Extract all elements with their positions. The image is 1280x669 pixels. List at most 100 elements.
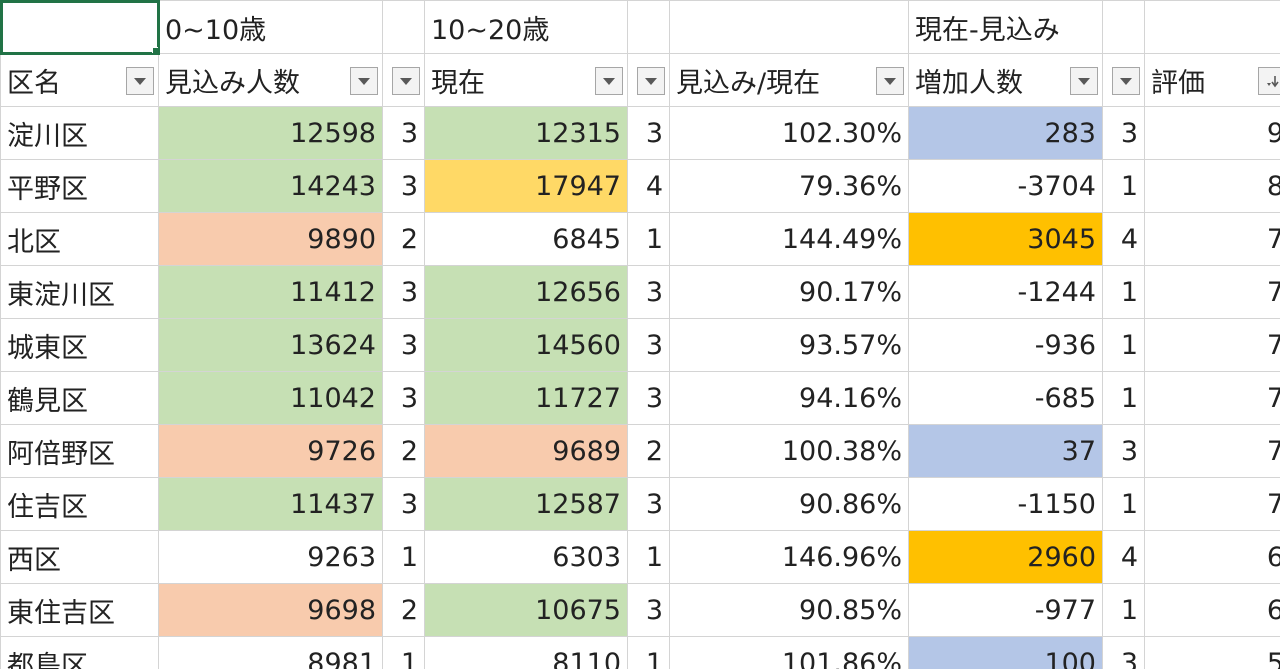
expected-cell[interactable]: 12598 (158, 106, 383, 160)
group-header-cell[interactable] (627, 0, 670, 54)
increase-cell[interactable]: -3704 (908, 159, 1103, 213)
current-cell[interactable]: 8110 (424, 636, 628, 669)
rank-cell[interactable]: 1 (1102, 371, 1145, 425)
current-cell[interactable]: 12315 (424, 106, 628, 160)
ward-cell[interactable]: 東住吉区 (0, 583, 159, 637)
rating-cell[interactable]: 7 (1144, 424, 1280, 478)
expected-cell[interactable]: 14243 (158, 159, 383, 213)
header-current[interactable]: 現在 (424, 53, 628, 107)
increase-cell[interactable]: -1244 (908, 265, 1103, 319)
header-rank2[interactable] (627, 53, 670, 107)
ratio-cell[interactable]: 90.86% (669, 477, 909, 531)
sort-descending-icon[interactable] (1258, 67, 1280, 95)
rank-cell[interactable]: 3 (1102, 106, 1145, 160)
ratio-cell[interactable]: 79.36% (669, 159, 909, 213)
increase-cell[interactable]: -685 (908, 371, 1103, 425)
rank-cell[interactable]: 4 (1102, 212, 1145, 266)
increase-cell[interactable]: 2960 (908, 530, 1103, 584)
rank-cell[interactable]: 3 (382, 159, 425, 213)
rating-cell[interactable]: 7 (1144, 318, 1280, 372)
rank-cell[interactable]: 3 (382, 318, 425, 372)
ratio-cell[interactable]: 90.85% (669, 583, 909, 637)
current-cell[interactable]: 10675 (424, 583, 628, 637)
group-header-cell[interactable] (669, 0, 909, 54)
filter-dropdown-icon[interactable] (126, 67, 154, 95)
rank-cell[interactable]: 3 (382, 477, 425, 531)
rank-cell[interactable]: 4 (627, 159, 670, 213)
ward-cell[interactable]: 住吉区 (0, 477, 159, 531)
expected-cell[interactable]: 9698 (158, 583, 383, 637)
filter-dropdown-icon[interactable] (350, 67, 378, 95)
rating-cell[interactable]: 7 (1144, 212, 1280, 266)
group-header-cell[interactable] (1144, 0, 1280, 54)
rank-cell[interactable]: 3 (627, 106, 670, 160)
rank-cell[interactable]: 2 (382, 212, 425, 266)
ward-cell[interactable]: 淀川区 (0, 106, 159, 160)
increase-cell[interactable]: 283 (908, 106, 1103, 160)
rank-cell[interactable]: 1 (627, 636, 670, 669)
ratio-cell[interactable]: 146.96% (669, 530, 909, 584)
current-cell[interactable]: 12656 (424, 265, 628, 319)
current-cell[interactable]: 9689 (424, 424, 628, 478)
filter-dropdown-icon[interactable] (637, 67, 665, 95)
rank-cell[interactable]: 2 (382, 424, 425, 478)
expected-cell[interactable]: 9726 (158, 424, 383, 478)
ratio-cell[interactable]: 102.30% (669, 106, 909, 160)
current-cell[interactable]: 17947 (424, 159, 628, 213)
expected-cell[interactable]: 9890 (158, 212, 383, 266)
rank-cell[interactable]: 1 (1102, 477, 1145, 531)
rank-cell[interactable]: 2 (627, 424, 670, 478)
group-header-0-10[interactable]: 0~10歳 (158, 0, 383, 54)
rank-cell[interactable]: 1 (382, 530, 425, 584)
rank-cell[interactable]: 1 (1102, 265, 1145, 319)
ward-cell[interactable]: 鶴見区 (0, 371, 159, 425)
filter-dropdown-icon[interactable] (595, 67, 623, 95)
rank-cell[interactable]: 3 (627, 371, 670, 425)
expected-cell[interactable]: 11042 (158, 371, 383, 425)
filter-dropdown-icon[interactable] (876, 67, 904, 95)
rank-cell[interactable]: 1 (382, 636, 425, 669)
rating-cell[interactable]: 7 (1144, 265, 1280, 319)
rating-cell[interactable]: 6 (1144, 583, 1280, 637)
ratio-cell[interactable]: 93.57% (669, 318, 909, 372)
filter-dropdown-icon[interactable] (1070, 67, 1098, 95)
rank-cell[interactable]: 3 (1102, 636, 1145, 669)
rank-cell[interactable]: 1 (627, 212, 670, 266)
rating-cell[interactable]: 9 (1144, 106, 1280, 160)
ratio-cell[interactable]: 100.38% (669, 424, 909, 478)
header-rank1[interactable] (382, 53, 425, 107)
filter-dropdown-icon[interactable] (1112, 67, 1140, 95)
ward-cell[interactable]: 東淀川区 (0, 265, 159, 319)
expected-cell[interactable]: 13624 (158, 318, 383, 372)
active-cell[interactable] (0, 0, 160, 55)
ratio-cell[interactable]: 101.86% (669, 636, 909, 669)
ward-cell[interactable]: 北区 (0, 212, 159, 266)
header-expected[interactable]: 見込み人数 (158, 53, 383, 107)
current-cell[interactable]: 12587 (424, 477, 628, 531)
increase-cell[interactable]: -936 (908, 318, 1103, 372)
rank-cell[interactable]: 3 (382, 371, 425, 425)
rank-cell[interactable]: 1 (1102, 318, 1145, 372)
group-header-diff[interactable]: 現在-見込み (908, 0, 1103, 54)
header-ward[interactable]: 区名 (0, 53, 159, 107)
rank-cell[interactable]: 3 (382, 106, 425, 160)
ward-cell[interactable]: 阿倍野区 (0, 424, 159, 478)
group-header-cell[interactable] (382, 0, 425, 54)
rank-cell[interactable]: 4 (1102, 530, 1145, 584)
rating-cell[interactable]: 8 (1144, 159, 1280, 213)
rating-cell[interactable]: 7 (1144, 477, 1280, 531)
rank-cell[interactable]: 3 (627, 477, 670, 531)
current-cell[interactable]: 11727 (424, 371, 628, 425)
increase-cell[interactable]: -1150 (908, 477, 1103, 531)
increase-cell[interactable]: 100 (908, 636, 1103, 669)
rank-cell[interactable]: 3 (382, 265, 425, 319)
ratio-cell[interactable]: 90.17% (669, 265, 909, 319)
filter-dropdown-icon[interactable] (392, 67, 420, 95)
increase-cell[interactable]: -977 (908, 583, 1103, 637)
ratio-cell[interactable]: 144.49% (669, 212, 909, 266)
header-ratio[interactable]: 見込み/現在 (669, 53, 909, 107)
current-cell[interactable]: 6845 (424, 212, 628, 266)
header-rank3[interactable] (1102, 53, 1145, 107)
ratio-cell[interactable]: 94.16% (669, 371, 909, 425)
current-cell[interactable]: 6303 (424, 530, 628, 584)
